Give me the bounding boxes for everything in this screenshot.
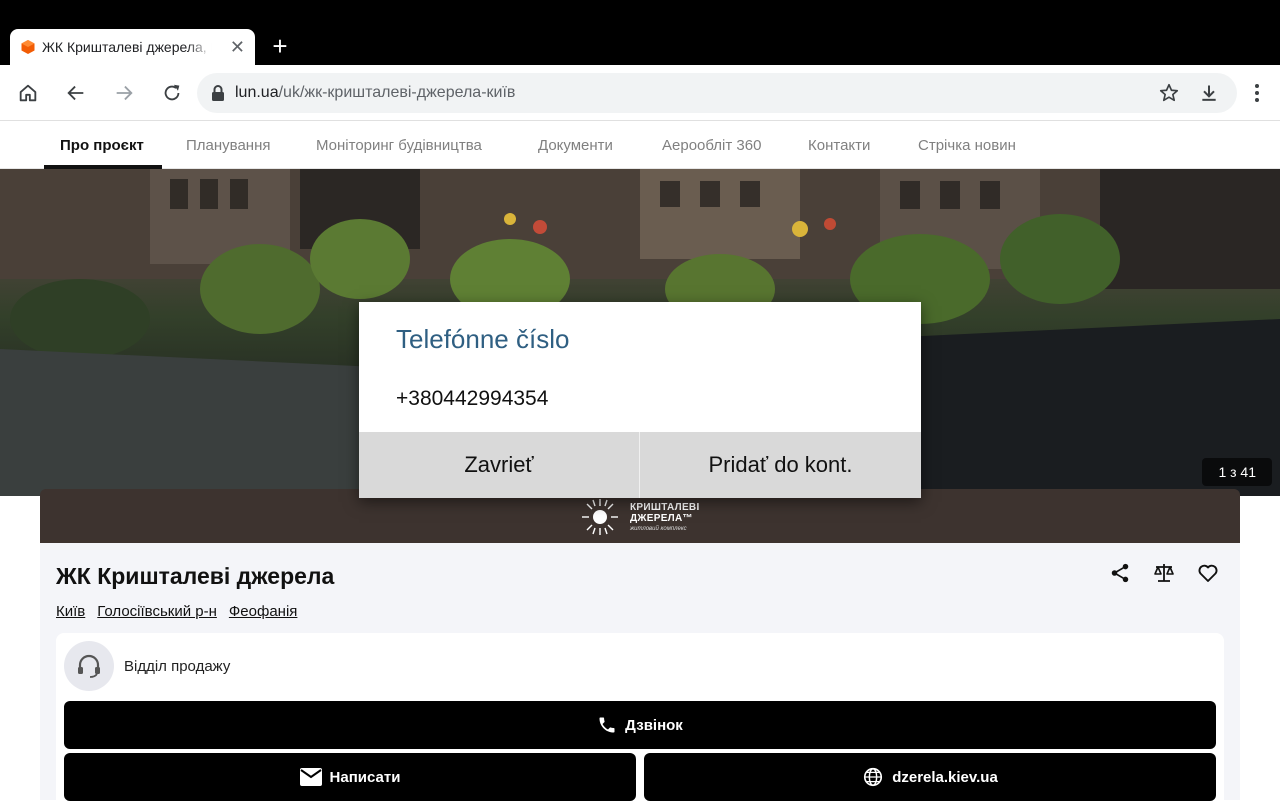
brand-name-line2: ДЖЕРЕЛА™: [630, 512, 693, 524]
tab-strip: ЖК Кришталеві джерела, К ✕ +: [0, 0, 1280, 65]
location-area-link[interactable]: Феофанія: [229, 603, 298, 620]
dialog-close-button[interactable]: Zavrieť: [359, 432, 639, 498]
share-icon[interactable]: [1108, 561, 1132, 585]
website-button[interactable]: dzerela.kiev.ua: [644, 753, 1216, 801]
location-city-link[interactable]: Київ: [56, 603, 85, 620]
location-district-link[interactable]: Голосіївський р-н: [97, 603, 217, 620]
nav-contacts[interactable]: Контакти: [808, 137, 870, 154]
nav-plans[interactable]: Планування: [186, 137, 271, 154]
nav-aerial-360[interactable]: Аерообліт 360: [662, 137, 761, 154]
contact-panel: Відділ продажу Дзвінок Написати dzerela.…: [56, 633, 1224, 801]
dialog-title: Telefónne číslo: [396, 324, 570, 354]
write-button[interactable]: Написати: [64, 753, 636, 801]
website-button-label: dzerela.kiev.ua: [892, 768, 998, 786]
bookmark-star-icon[interactable]: [1157, 81, 1181, 105]
reload-icon[interactable]: [158, 79, 186, 107]
back-icon[interactable]: [62, 79, 90, 107]
mail-icon: [299, 768, 322, 786]
compare-scales-icon[interactable]: [1152, 561, 1176, 585]
address-bar[interactable]: lun.ua/uk/жк-кришталеві-джерела-київ: [197, 73, 1237, 113]
nav-news[interactable]: Стрічка новин: [918, 137, 1016, 154]
brand-logo: КРИШТАЛЕВІ ДЖЕРЕЛА™ житловий комплекс: [578, 497, 700, 537]
sales-avatar: [64, 641, 114, 691]
listing-card: ЖК Кришталеві джерела Київ Голосіївський…: [40, 543, 1240, 801]
call-button[interactable]: Дзвінок: [64, 701, 1216, 749]
favorite-heart-icon[interactable]: [1196, 561, 1220, 585]
write-button-label: Написати: [329, 768, 401, 786]
menu-dots-icon[interactable]: [1243, 79, 1271, 107]
listing-actions: [1108, 561, 1220, 585]
sales-department-label: Відділ продажу: [124, 658, 231, 675]
home-icon[interactable]: [14, 79, 42, 107]
lock-icon: [212, 85, 224, 101]
sun-logo-icon: [582, 499, 618, 535]
headset-icon: [78, 654, 100, 678]
listing-title: ЖК Кришталеві джерела: [56, 563, 335, 589]
brand-name-line1: КРИШТАЛЕВІ: [630, 501, 700, 513]
tab-title: ЖК Кришталеві джерела, К: [42, 39, 212, 55]
globe-icon: [864, 767, 883, 787]
site-favicon-icon: [21, 40, 35, 54]
close-tab-icon[interactable]: ✕: [230, 38, 245, 56]
nav-about[interactable]: Про проєкт: [60, 137, 144, 154]
browser-tab[interactable]: ЖК Кришталеві джерела, К ✕: [10, 29, 255, 65]
phone-number-dialog: Telefónne číslo +380442994354 Zavrieť Pr…: [359, 302, 921, 498]
gallery-counter: 1 з 41: [1202, 458, 1272, 486]
call-button-label: Дзвінок: [625, 716, 683, 734]
forward-icon[interactable]: [110, 79, 138, 107]
nav-documents[interactable]: Документи: [538, 137, 613, 154]
new-tab-icon[interactable]: +: [268, 33, 292, 61]
url-text: lun.ua/uk/жк-кришталеві-джерела-київ: [235, 84, 516, 101]
download-icon[interactable]: [1197, 81, 1221, 105]
phone-icon: [599, 717, 615, 733]
location-breadcrumbs: Київ Голосіївський р-н Феофанія: [56, 603, 297, 620]
nav-construction-monitoring[interactable]: Моніторинг будівництва: [316, 137, 482, 154]
phone-number-text: +380442994354: [396, 387, 549, 410]
dialog-add-contact-button[interactable]: Pridať do kont.: [640, 432, 921, 498]
brand-subtitle: житловий комплекс: [630, 525, 687, 532]
project-nav: Про проєкт Планування Моніторинг будівни…: [0, 122, 1280, 169]
